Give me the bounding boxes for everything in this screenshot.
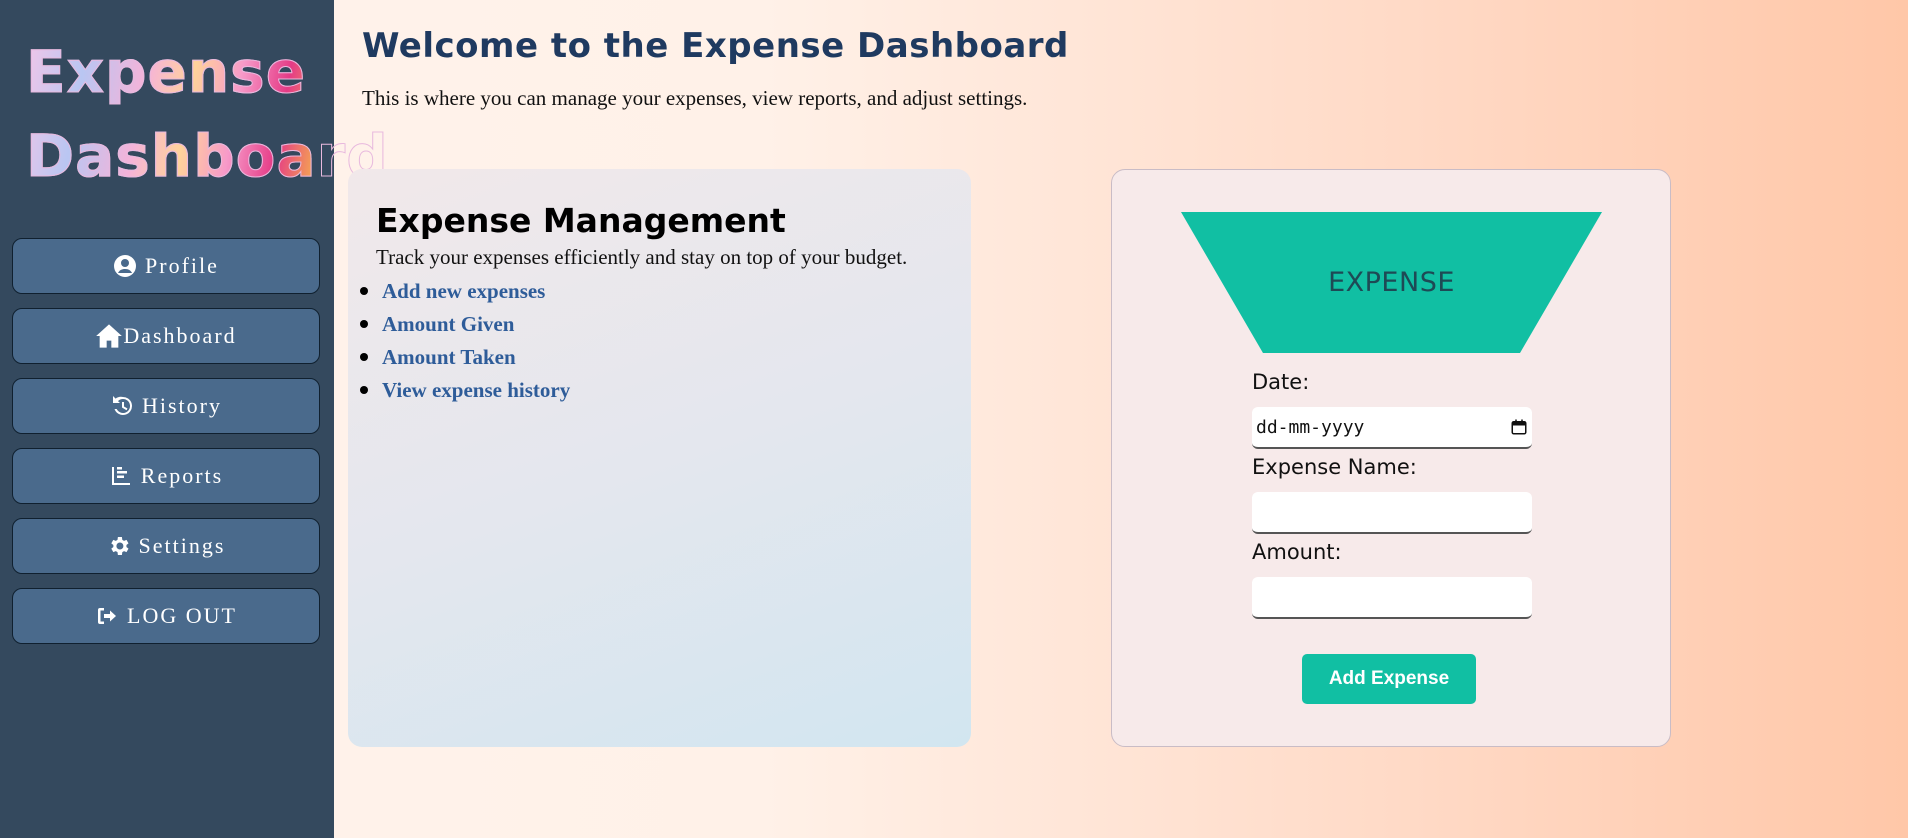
expense-management-card: Expense Management Track your expenses e… (348, 169, 971, 747)
sidebar: Expense Dashboard Profile Dashboard Hist… (0, 0, 389, 838)
expense-name-label: Expense Name: (1252, 455, 1417, 479)
bullet (360, 320, 368, 328)
nav-profile-button[interactable]: Profile (12, 238, 320, 294)
logout-icon (98, 608, 117, 624)
date-input[interactable]: dd-mm-yyyy (1252, 407, 1532, 449)
nav-logout-label: LOG OUT (127, 603, 237, 628)
list-item: Amount Given (360, 308, 570, 341)
nav-history-button[interactable]: History (12, 378, 320, 434)
chart-icon (111, 467, 130, 485)
bullet (360, 287, 368, 295)
amount-label: Amount: (1252, 540, 1342, 564)
user-circle-icon (114, 255, 137, 277)
management-link-list: Add new expenses Amount Given Amount Tak… (360, 275, 570, 407)
gear-icon (110, 537, 129, 555)
nav-logout-button[interactable]: LOG OUT (12, 588, 320, 644)
date-placeholder: dd-mm-yyyy (1256, 416, 1365, 438)
add-new-expenses-link[interactable]: Add new expenses (382, 279, 545, 304)
expense-name-input[interactable] (1252, 492, 1532, 534)
home-icon (96, 324, 123, 348)
nav-reports-button[interactable]: Reports (12, 448, 320, 504)
page-subtitle: This is where you can manage your expens… (362, 86, 1028, 110)
expense-banner: EXPENSE (1181, 212, 1602, 353)
list-item: Add new expenses (360, 275, 570, 308)
calendar-icon[interactable] (1510, 418, 1528, 436)
date-label: Date: (1252, 370, 1310, 394)
app-logo: Expense Dashboard (26, 30, 389, 198)
add-expense-button[interactable]: Add Expense (1302, 654, 1476, 704)
nav-reports-label: Reports (140, 463, 224, 488)
amount-taken-link[interactable]: Amount Taken (382, 345, 516, 370)
page-title: Welcome to the Expense Dashboard (362, 26, 1069, 66)
add-expense-form-card: EXPENSE Date: dd-mm-yyyy Expense Name: A… (1111, 169, 1671, 747)
list-item: View expense history (360, 374, 570, 407)
list-item: Amount Taken (360, 341, 570, 374)
amount-input[interactable] (1252, 577, 1532, 619)
nav-history-label: History (142, 393, 222, 418)
management-title: Expense Management (376, 201, 786, 240)
nav-profile-label: Profile (145, 253, 219, 278)
management-description: Track your expenses efficiently and stay… (376, 245, 908, 269)
view-expense-history-link[interactable]: View expense history (382, 378, 570, 403)
amount-given-link[interactable]: Amount Given (382, 312, 514, 337)
nav-settings-label: Settings (138, 533, 226, 558)
banner-label: EXPENSE (1328, 267, 1455, 298)
nav-settings-button[interactable]: Settings (12, 518, 320, 574)
history-icon (113, 396, 132, 415)
logo-line-2: Dashboard (26, 122, 389, 191)
nav-dashboard-button[interactable]: Dashboard (12, 308, 320, 364)
logo-line-1: Expense (26, 38, 307, 107)
bullet (360, 353, 368, 361)
nav-dashboard-label: Dashboard (123, 323, 237, 348)
bullet (360, 386, 368, 394)
